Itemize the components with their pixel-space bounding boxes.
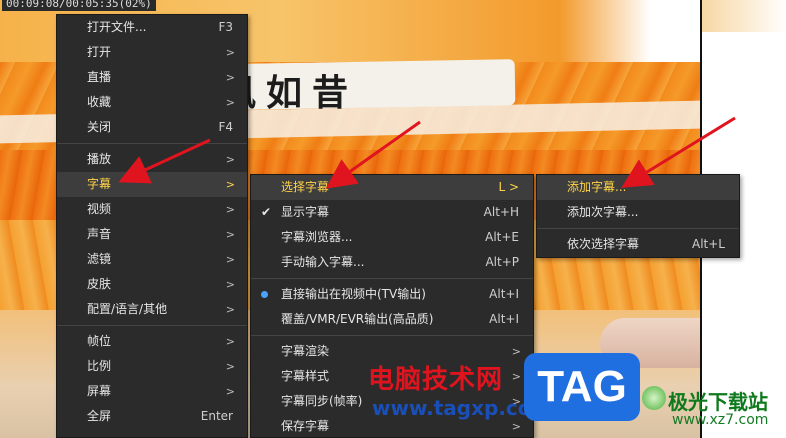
menu-item-label: 显示字幕 (281, 205, 330, 219)
submenu-arrow-icon: > (225, 153, 235, 166)
menu-item-label: 字幕 (87, 177, 112, 191)
menu-separator (57, 325, 247, 326)
submenu-arrow-icon: > (225, 303, 235, 316)
menu-item-label: 打开 (87, 45, 112, 59)
menu-item-manual-subtitle[interactable]: 手动输入字幕... Alt+P (251, 250, 533, 275)
watermark-site: www.xz7.com (672, 412, 769, 428)
menu-item-label: 保存字幕 (281, 419, 330, 433)
menu-item-label: 字幕同步(帧率) (281, 394, 363, 408)
menu-item-shortcut: Alt+I (489, 312, 519, 326)
submenu-arrow-icon: > (225, 385, 235, 398)
submenu-arrow-icon: > (225, 228, 235, 241)
menu-item-label: 视频 (87, 202, 112, 216)
watermark-brand: 极光下载站 (668, 390, 768, 414)
menu-item-label: 依次选择字幕 (567, 237, 640, 251)
menu-item-video[interactable]: 视频 > (57, 197, 247, 222)
menu-separator (537, 228, 739, 229)
menu-item-shortcut: F4 (218, 120, 233, 134)
menu-item-close[interactable]: 关闭 F4 (57, 115, 247, 140)
menu-item-shortcut: Alt+H (483, 205, 519, 219)
menu-item-select-subtitle[interactable]: 选择字幕 L > (251, 175, 533, 200)
menu-item-label: 字幕浏览器... (281, 230, 353, 244)
menu-item-shortcut: Alt+I (489, 287, 519, 301)
select-subtitle-submenu: 添加字幕... 添加次字幕... 依次选择字幕 Alt+L (536, 174, 740, 258)
playback-status: 00:09:08/00:05:35(02%) (2, 0, 156, 11)
menu-item-label: 添加次字幕... (567, 205, 639, 219)
check-icon: ✔ (261, 205, 272, 219)
menu-item-subtitle-browser[interactable]: 字幕浏览器... Alt+E (251, 225, 533, 250)
main-context-menu: 打开文件... F3 打开 > 直播 > 收藏 > 关闭 F4 播放 > 字幕 > 视频 > 声… (56, 14, 248, 438)
menu-item-label: 字幕样式 (281, 369, 330, 383)
submenu-arrow-icon: > (225, 178, 235, 191)
menu-item-shortcut: L > (498, 180, 519, 194)
menu-item-shortcut: F3 (218, 20, 233, 34)
menu-item-shortcut: Alt+L (692, 237, 725, 251)
menu-item-label: 直播 (87, 70, 112, 84)
submenu-arrow-icon: > (511, 345, 521, 358)
menu-item-label: 皮肤 (87, 277, 112, 291)
watermark-tag-logo: TAG (524, 353, 640, 421)
menu-item-shortcut: Alt+P (485, 255, 519, 269)
submenu-arrow-icon: > (225, 360, 235, 373)
menu-item-label: 配置/语言/其他 (87, 302, 168, 316)
menu-item-favorites[interactable]: 收藏 > (57, 90, 247, 115)
menu-item-label: 声音 (87, 227, 112, 241)
menu-item-label: 覆盖/VMR/EVR输出(高品质) (281, 312, 434, 326)
watermark-text: 电脑技术网 (368, 365, 504, 395)
menu-item-add-secondary-subtitle[interactable]: 添加次字幕... (537, 200, 739, 225)
menu-item-label: 全屏 (87, 409, 112, 423)
menu-item-label: 关闭 (87, 120, 112, 134)
menu-item-overlay-output[interactable]: 覆盖/VMR/EVR输出(高品质) Alt+I (251, 307, 533, 332)
submenu-arrow-icon: > (225, 335, 235, 348)
menu-item-label: 滤镜 (87, 252, 112, 266)
submenu-arrow-icon: > (225, 46, 235, 59)
menu-item-fullscreen[interactable]: 全屏 Enter (57, 404, 247, 429)
menu-item-label: 选择字幕 (281, 180, 330, 194)
menu-item-config[interactable]: 配置/语言/其他 > (57, 297, 247, 322)
submenu-arrow-icon: > (225, 253, 235, 266)
submenu-arrow-icon: > (225, 71, 235, 84)
submenu-arrow-icon: > (225, 203, 235, 216)
menu-separator (57, 143, 247, 144)
submenu-arrow-icon: > (225, 96, 235, 109)
radio-selected-icon (261, 291, 268, 298)
menu-item-show-subtitle[interactable]: ✔ 显示字幕 Alt+H (251, 200, 533, 225)
menu-item-frame[interactable]: 帧位 > (57, 329, 247, 354)
menu-item-label: 添加字幕... (567, 180, 627, 194)
brand-logo-icon (642, 386, 666, 410)
menu-item-tv-output[interactable]: 直接输出在视频中(TV输出) Alt+I (251, 282, 533, 307)
menu-item-open[interactable]: 打开 > (57, 40, 247, 65)
menu-item-label: 播放 (87, 152, 112, 166)
menu-item-shortcut: Enter (200, 409, 233, 423)
menu-item-label: 直接输出在视频中(TV输出) (281, 287, 426, 301)
menu-item-label: 帧位 (87, 334, 112, 348)
submenu-arrow-icon: > (511, 370, 521, 383)
menu-item-label: 屏幕 (87, 384, 112, 398)
menu-item-ratio[interactable]: 比例 > (57, 354, 247, 379)
menu-item-screen[interactable]: 屏幕 > (57, 379, 247, 404)
menu-item-cycle-subtitle[interactable]: 依次选择字幕 Alt+L (537, 232, 739, 257)
menu-item-shortcut: Alt+E (485, 230, 519, 244)
submenu-arrow-icon: > (225, 278, 235, 291)
menu-separator (251, 278, 533, 279)
menu-item-play[interactable]: 播放 > (57, 147, 247, 172)
menu-item-open-file[interactable]: 打开文件... F3 (57, 15, 247, 40)
menu-item-label: 打开文件... (87, 20, 147, 34)
menu-item-add-subtitle[interactable]: 添加字幕... (537, 175, 739, 200)
menu-item-skin[interactable]: 皮肤 > (57, 272, 247, 297)
menu-item-filter[interactable]: 滤镜 > (57, 247, 247, 272)
menu-item-label: 收藏 (87, 95, 112, 109)
menu-item-label: 手动输入字幕... (281, 255, 365, 269)
menu-separator (251, 335, 533, 336)
menu-item-live[interactable]: 直播 > (57, 65, 247, 90)
menu-item-label: 字幕渲染 (281, 344, 330, 358)
menu-item-subtitle[interactable]: 字幕 > (57, 172, 247, 197)
menu-item-label: 比例 (87, 359, 112, 373)
menu-item-audio[interactable]: 声音 > (57, 222, 247, 247)
